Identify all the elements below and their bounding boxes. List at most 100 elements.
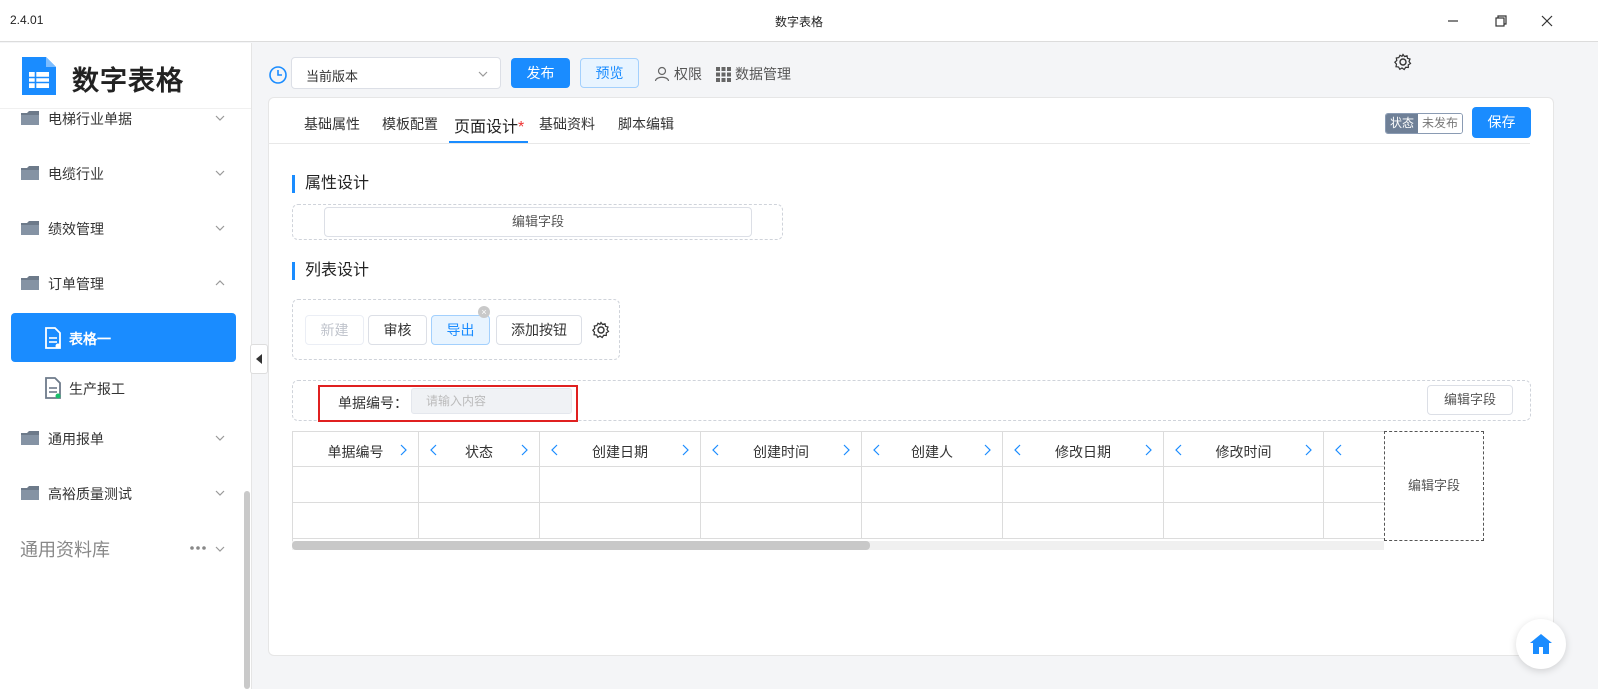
- table-header-row: 单据编号 状态 创建日期 创建时间 创建人 修改日期 修改时间: [293, 431, 1384, 467]
- sidebar-item-label: 订单管理: [48, 276, 104, 292]
- edit-attribute-fields-button[interactable]: 编辑字段: [324, 207, 752, 237]
- button-settings-gear-icon[interactable]: [592, 321, 610, 339]
- folder-icon: [21, 486, 39, 500]
- sidebar-item-performance[interactable]: 绩效管理: [0, 208, 246, 248]
- table-cell[interactable]: [293, 467, 419, 503]
- column-header[interactable]: 修改时间: [1164, 431, 1324, 467]
- tab-script-edit[interactable]: 脚本编辑: [618, 114, 674, 134]
- window-titlebar: 2.4.01 数字表格: [0, 0, 1598, 42]
- publish-button[interactable]: 发布: [511, 58, 570, 88]
- table-cell[interactable]: [1324, 467, 1384, 503]
- version-select[interactable]: 当前版本: [291, 57, 501, 89]
- save-button[interactable]: 保存: [1472, 107, 1531, 138]
- column-header[interactable]: 创建时间: [701, 431, 862, 467]
- preview-button[interactable]: 预览: [580, 58, 639, 88]
- table-cell[interactable]: [540, 503, 701, 539]
- column-header[interactable]: 修改日期: [1003, 431, 1164, 467]
- column-header[interactable]: 创建日期: [540, 431, 701, 467]
- folder-icon: [21, 111, 39, 125]
- document-icon: [45, 377, 61, 399]
- chevron-down-icon: [215, 115, 225, 121]
- attribute-design-title: 属性设计: [292, 175, 369, 193]
- move-right-icon: [984, 444, 991, 456]
- new-button[interactable]: 新建: [305, 315, 364, 345]
- sidebar-subitem-label: 生产报工: [69, 381, 125, 397]
- caret-left-icon: [256, 354, 262, 364]
- history-clock-icon[interactable]: [268, 65, 288, 85]
- column-title: 创建人: [911, 444, 953, 460]
- modified-marker: *: [518, 119, 525, 136]
- tab-basic-data[interactable]: 基础资料: [539, 114, 595, 134]
- table-cell[interactable]: [293, 503, 419, 539]
- scrollbar-thumb[interactable]: [292, 541, 870, 550]
- edit-table-fields-button[interactable]: 编辑字段: [1384, 431, 1484, 541]
- column-header[interactable]: 单据编号: [293, 431, 419, 467]
- spreadsheet-logo-icon: [22, 57, 56, 95]
- table-cell[interactable]: [1003, 467, 1164, 503]
- sidebar-subitem-production[interactable]: 生产报工: [11, 363, 236, 412]
- chevron-down-icon: [478, 71, 488, 77]
- table-cell[interactable]: [862, 467, 1003, 503]
- move-right-icon: [1305, 444, 1312, 456]
- sidebar-scrollbar[interactable]: [244, 491, 250, 689]
- version-select-value: 当前版本: [306, 69, 359, 84]
- tab-bar: 基础属性 模板配置 页面设计* 基础资料 脚本编辑: [268, 100, 1530, 144]
- table-cell[interactable]: [862, 503, 1003, 539]
- library-label[interactable]: 通用资料库: [20, 536, 110, 562]
- table-cell[interactable]: [1003, 503, 1164, 539]
- folder-icon: [21, 221, 39, 235]
- table-cell[interactable]: [1324, 503, 1384, 539]
- settings-gear-icon[interactable]: [1394, 53, 1412, 71]
- permissions-link[interactable]: 权限: [654, 64, 702, 84]
- table-cell[interactable]: [701, 467, 862, 503]
- table-cell[interactable]: [419, 503, 540, 539]
- close-button[interactable]: [1534, 8, 1560, 34]
- sidebar-item-cable[interactable]: 电缆行业: [0, 153, 246, 193]
- minimize-button[interactable]: [1440, 8, 1466, 34]
- restore-icon: [1495, 15, 1507, 27]
- tab-label: 页面设计: [454, 119, 519, 136]
- sidebar-subitem-label: 表格一: [69, 331, 111, 347]
- edit-search-fields-button[interactable]: 编辑字段: [1427, 385, 1513, 415]
- move-right-icon: [682, 444, 689, 456]
- active-tab-indicator: [449, 141, 528, 143]
- more-icon[interactable]: [189, 545, 207, 551]
- sidebar-item-label: 高裕质量测试: [48, 486, 132, 502]
- remove-button-icon[interactable]: ×: [478, 306, 490, 318]
- column-header[interactable]: 状态: [419, 431, 540, 467]
- chevron-down-icon: [215, 490, 225, 496]
- tab-page-design[interactable]: 页面设计*: [454, 113, 524, 137]
- close-icon: [1541, 15, 1553, 27]
- table-cell[interactable]: [419, 467, 540, 503]
- data-management-link[interactable]: 数据管理: [716, 64, 791, 84]
- export-button[interactable]: 导出: [431, 315, 490, 345]
- column-title: 修改时间: [1215, 444, 1272, 460]
- add-button-button[interactable]: 添加按钮: [496, 315, 582, 345]
- tab-template-config[interactable]: 模板配置: [382, 114, 438, 134]
- review-button[interactable]: 审核: [368, 315, 427, 345]
- tab-basic-properties[interactable]: 基础属性: [304, 114, 360, 134]
- sidebar-subitem-table-one[interactable]: 表格一: [11, 313, 236, 362]
- table-cell[interactable]: [701, 503, 862, 539]
- sidebar-item-quality-test[interactable]: 高裕质量测试: [0, 473, 246, 513]
- permissions-label: 权限: [674, 66, 702, 82]
- sidebar-item-label: 绩效管理: [48, 221, 104, 237]
- sidebar-collapse-button[interactable]: [250, 344, 268, 374]
- column-header[interactable]: 创建人: [862, 431, 1003, 467]
- sidebar-item-label: 通用报单: [48, 431, 104, 447]
- folder-icon: [21, 166, 39, 180]
- column-title: 创建时间: [753, 444, 809, 460]
- column-header[interactable]: 修: [1324, 431, 1384, 467]
- status-badge: 状态 未发布: [1385, 113, 1464, 134]
- chevron-down-icon: [215, 170, 225, 176]
- restore-button[interactable]: [1488, 8, 1514, 34]
- sidebar-item-general-report[interactable]: 通用报单: [0, 418, 246, 458]
- sidebar-item-orders[interactable]: 订单管理: [0, 263, 246, 303]
- table-horizontal-scrollbar[interactable]: [292, 541, 1384, 550]
- move-right-icon: [1145, 444, 1152, 456]
- home-button[interactable]: [1516, 619, 1566, 669]
- table-cell[interactable]: [1164, 503, 1324, 539]
- chevron-down-icon[interactable]: [213, 542, 227, 556]
- table-cell[interactable]: [540, 467, 701, 503]
- table-cell[interactable]: [1164, 467, 1324, 503]
